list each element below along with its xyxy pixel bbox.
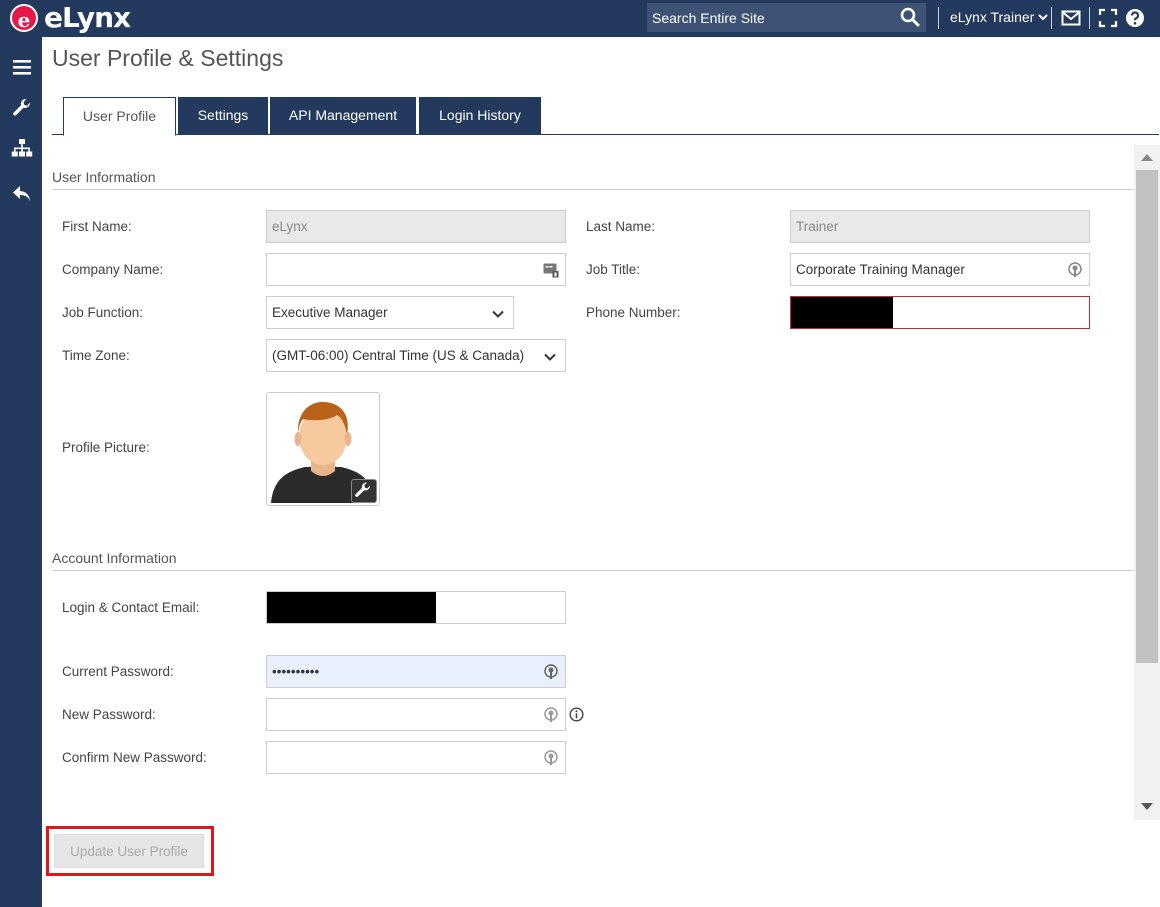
wrench-icon[interactable]: [11, 97, 33, 119]
profile-tabs: User Profile Settings API Management Log…: [52, 97, 1159, 136]
time-zone-value: (GMT-06:00) Central Time (US & Canada): [272, 348, 525, 363]
company-name-label: Company Name:: [62, 262, 164, 277]
search-icon[interactable]: [900, 7, 920, 27]
email-label: Login & Contact Email:: [62, 600, 200, 615]
page-title: User Profile & Settings: [52, 45, 284, 71]
current-password-field[interactable]: ••••••••••: [266, 655, 566, 688]
job-function-value: Executive Manager: [272, 305, 388, 320]
password-manager-icon[interactable]: [543, 707, 559, 723]
site-search: [647, 3, 926, 32]
search-input[interactable]: [647, 3, 897, 32]
help-icon[interactable]: [1125, 8, 1145, 28]
redacted-email: [267, 592, 436, 623]
chevron-down-icon: [492, 310, 504, 318]
section-title-account-information: Account Information: [52, 550, 177, 566]
phone-number-field[interactable]: [790, 296, 1090, 329]
last-name-label: Last Name:: [586, 219, 656, 234]
divider: [52, 570, 1134, 571]
new-password-label: New Password:: [62, 707, 156, 722]
user-name: eLynx Trainer: [950, 9, 1035, 25]
company-name-field[interactable]: [266, 253, 566, 286]
wrench-icon: [355, 482, 371, 497]
update-button-highlight: Update User Profile: [46, 826, 214, 876]
tab-user-profile[interactable]: User Profile: [63, 97, 176, 136]
chevron-down-icon: [1038, 14, 1049, 21]
password-manager-icon[interactable]: [1067, 262, 1083, 278]
profile-picture-label: Profile Picture:: [62, 440, 150, 455]
phone-number-label: Phone Number:: [586, 305, 681, 320]
job-title-value: Corporate Training Manager: [796, 262, 965, 277]
email-field[interactable]: [266, 591, 566, 624]
separator: [1051, 7, 1052, 29]
job-function-label: Job Function:: [62, 305, 144, 320]
new-password-field[interactable]: [266, 698, 566, 731]
back-icon[interactable]: [11, 183, 33, 205]
org-chart-icon[interactable]: [11, 138, 33, 160]
left-sidebar: [0, 37, 42, 907]
tab-login-history[interactable]: Login History: [419, 97, 541, 134]
content-scrollbar[interactable]: [1134, 145, 1160, 820]
job-title-label: Job Title:: [586, 262, 641, 277]
edit-picture-button[interactable]: [351, 479, 377, 503]
user-menu[interactable]: eLynx Trainer: [950, 9, 1049, 25]
confirm-password-label: Confirm New Password:: [62, 750, 207, 765]
info-icon[interactable]: [569, 707, 584, 722]
first-name-label: First Name:: [62, 219, 132, 234]
logo-text: eLynx: [44, 1, 131, 34]
scroll-up-arrow[interactable]: [1141, 154, 1153, 161]
chevron-down-icon: [544, 353, 556, 361]
time-zone-label: Time Zone:: [62, 348, 130, 363]
tab-api-management[interactable]: API Management: [270, 97, 416, 134]
first-name-field: eLynx: [266, 210, 566, 243]
divider: [52, 189, 1134, 190]
separator: [1089, 7, 1090, 29]
elynx-logo[interactable]: e eLynx: [10, 1, 131, 34]
last-name-field: Trainer: [790, 210, 1090, 243]
menu-icon[interactable]: [11, 56, 33, 78]
job-function-select[interactable]: Executive Manager: [266, 296, 514, 329]
update-user-profile-button[interactable]: Update User Profile: [54, 834, 204, 868]
job-title-field[interactable]: Corporate Training Manager: [790, 253, 1090, 286]
redacted-phone: [791, 297, 893, 328]
separator: [938, 7, 939, 29]
current-password-value: ••••••••••: [272, 664, 320, 679]
time-zone-select[interactable]: (GMT-06:00) Central Time (US & Canada): [266, 339, 566, 372]
confirm-password-field[interactable]: [266, 741, 566, 774]
logo-mark: e: [10, 4, 38, 32]
section-title-user-information: User Information: [52, 169, 156, 185]
current-password-label: Current Password:: [62, 664, 174, 679]
contact-card-icon[interactable]: [543, 262, 559, 278]
profile-picture[interactable]: [266, 392, 380, 506]
scroll-thumb[interactable]: [1136, 170, 1158, 663]
top-bar: e eLynx eLynx Trainer: [0, 0, 1160, 37]
profile-form: User Information First Name: eLynx Last …: [42, 145, 1134, 820]
tab-settings[interactable]: Settings: [178, 97, 268, 134]
password-manager-icon[interactable]: [543, 750, 559, 766]
scroll-down-arrow[interactable]: [1141, 803, 1153, 810]
mail-icon[interactable]: [1061, 8, 1081, 28]
password-manager-icon[interactable]: [543, 664, 559, 680]
fullscreen-icon[interactable]: [1098, 8, 1118, 28]
